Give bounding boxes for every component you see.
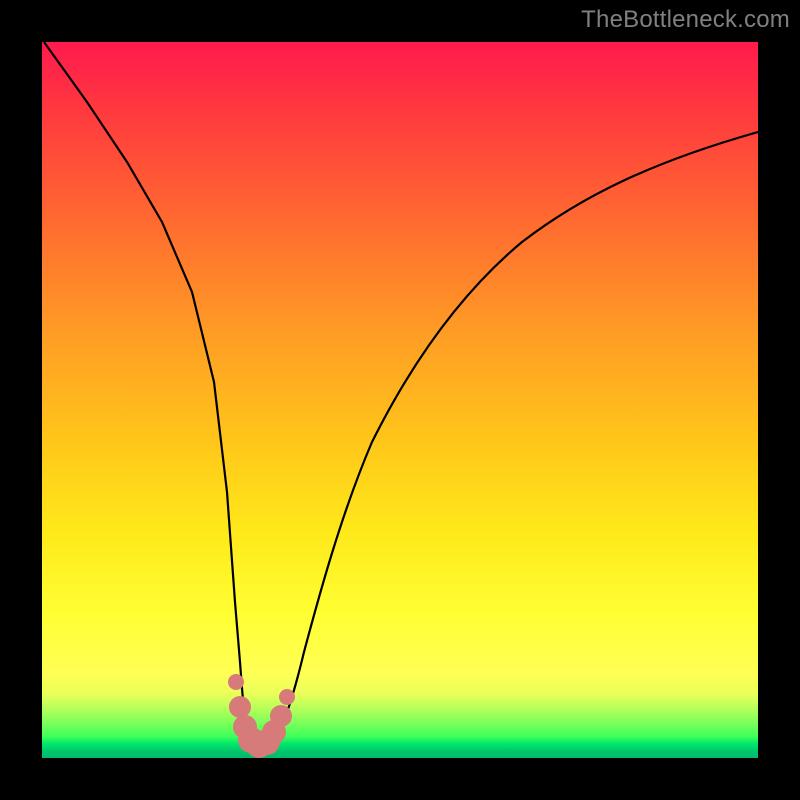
trough-markers: [228, 674, 295, 758]
bottleneck-curve: [44, 42, 758, 750]
chart-frame: TheBottleneck.com: [0, 0, 800, 800]
plot-area: [42, 42, 758, 758]
watermark-text: TheBottleneck.com: [581, 6, 790, 34]
chart-svg: [42, 42, 758, 758]
